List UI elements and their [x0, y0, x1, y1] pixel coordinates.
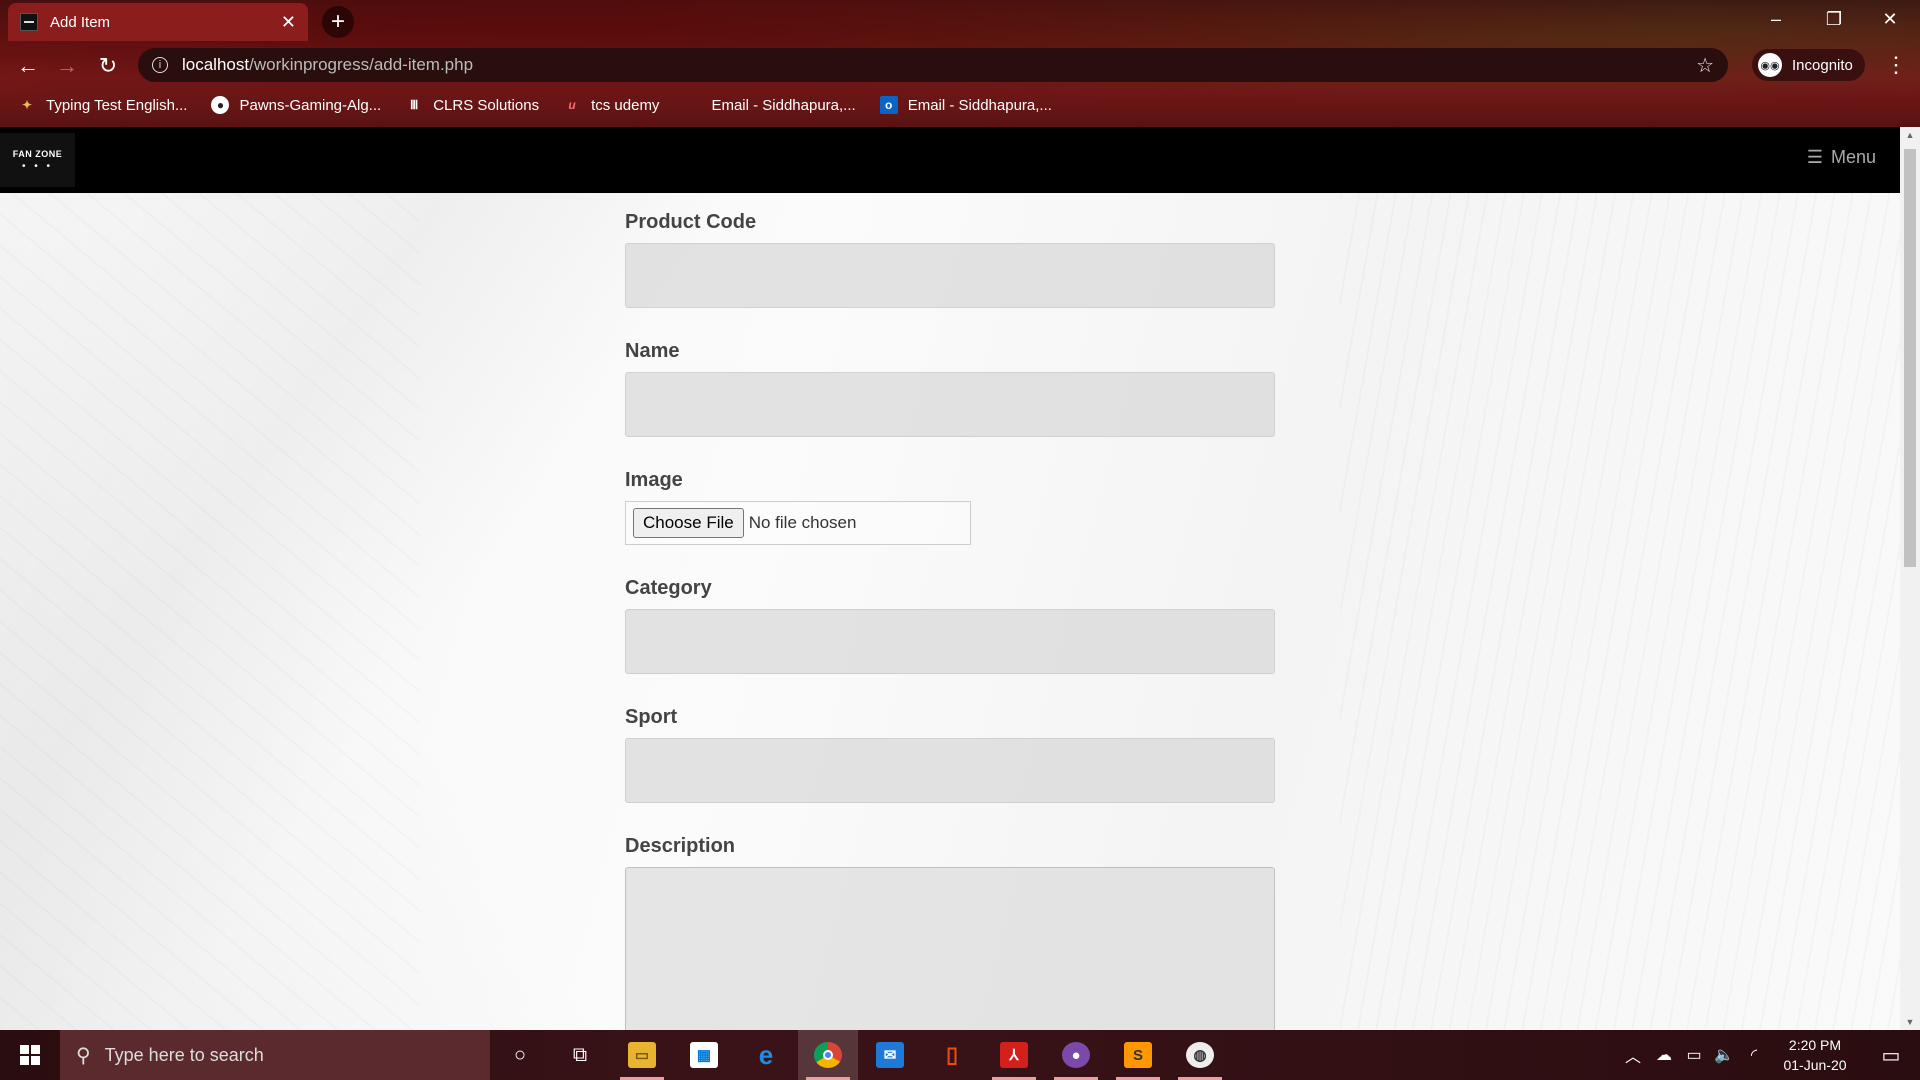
notifications-icon[interactable]: ▭	[1866, 1030, 1916, 1080]
task-view-icon[interactable]: ⧉	[550, 1030, 610, 1080]
scrollbar-thumb[interactable]	[1904, 149, 1916, 567]
choose-file-button[interactable]: Choose File	[633, 508, 744, 538]
github-icon: ●	[211, 96, 230, 114]
battery-icon[interactable]: ▭	[1680, 1030, 1708, 1080]
sublime-text-icon[interactable]: S	[1108, 1030, 1168, 1080]
restore-icon[interactable]: ❐	[1806, 0, 1862, 38]
chrome-icon[interactable]	[798, 1030, 858, 1080]
wamp-icon[interactable]: ◍	[1170, 1030, 1230, 1080]
menu-button[interactable]: ☰ Menu	[1807, 147, 1876, 168]
store-icon[interactable]: ▦	[674, 1030, 734, 1080]
back-icon[interactable]: ←	[14, 52, 42, 80]
bookmark-item[interactable]: Email - Siddhapura,...	[683, 96, 855, 114]
typing-test-icon: ✦	[21, 98, 33, 112]
tab-add-item[interactable]: Add Item ✕	[8, 3, 308, 41]
address-bar[interactable]: i localhost/workinprogress/add-item.php …	[138, 48, 1728, 82]
add-item-form: Product Code Name Image Choose File No f…	[625, 211, 1275, 1030]
sport-input[interactable]	[625, 738, 1275, 803]
logo-dots: • • •	[21, 160, 54, 172]
bookmark-item[interactable]: Ⅲ CLRS Solutions	[405, 96, 539, 114]
url-path: /workinprogress/add-item.php	[249, 55, 474, 74]
edge-icon[interactable]: e	[736, 1030, 796, 1080]
clock-time: 2:20 PM	[1788, 1037, 1842, 1053]
cortana-icon[interactable]: ○	[490, 1030, 550, 1080]
file-explorer-icon[interactable]: ▭	[612, 1030, 672, 1080]
bookmark-label: Pawns-Gaming-Alg...	[239, 96, 382, 114]
reload-icon[interactable]: ↻	[94, 52, 122, 80]
incognito-label: Incognito	[1792, 56, 1853, 74]
background-pattern-right	[1340, 193, 1900, 1030]
sport-label: Sport	[625, 706, 678, 728]
minimize-icon[interactable]: –	[1748, 0, 1804, 38]
browser-menu-icon[interactable]: ⋮	[1884, 52, 1908, 78]
product-code-input[interactable]	[625, 243, 1275, 308]
file-status-text: No file chosen	[748, 513, 857, 532]
windows-logo-icon	[20, 1045, 40, 1065]
bookmark-star-icon[interactable]: ☆	[1696, 53, 1714, 78]
incognito-profile-button[interactable]: ◉◉ Incognito	[1752, 49, 1865, 81]
tab-title: Add Item	[50, 13, 111, 31]
category-input[interactable]	[625, 609, 1275, 674]
name-input[interactable]	[625, 372, 1275, 437]
outlook-icon: o	[879, 96, 898, 114]
bookmark-label: Typing Test English...	[46, 96, 188, 114]
forward-icon[interactable]: →	[53, 52, 81, 80]
bookmark-label: tcs udemy	[591, 96, 660, 114]
image-label: Image	[625, 469, 683, 491]
tab-close-icon[interactable]: ✕	[281, 13, 296, 31]
tab-strip: Add Item ✕ + – ❐ ✕	[0, 0, 1920, 41]
search-icon: ⚲	[76, 1044, 91, 1067]
office-icon[interactable]: ▯	[922, 1030, 982, 1080]
close-window-icon[interactable]: ✕	[1862, 0, 1918, 38]
bookmark-item[interactable]: o Email - Siddhapura,...	[879, 96, 1052, 114]
menu-label: Menu	[1830, 147, 1876, 167]
new-tab-button[interactable]: +	[322, 6, 354, 38]
site-info-icon[interactable]: i	[152, 57, 168, 73]
clrs-icon: Ⅲ	[410, 98, 419, 112]
microsoft-icon	[683, 96, 701, 114]
url-host: localhost	[182, 55, 250, 74]
tray-overflow-icon[interactable]: ︿	[1620, 1030, 1646, 1080]
incognito-icon: ◉◉	[1758, 53, 1782, 77]
bookmark-item[interactable]: ● Pawns-Gaming-Alg...	[211, 96, 381, 114]
windows-taskbar: ⚲ Type here to search ○ ⧉ ▭ ▦ e ✉ ▯ ⅄ ● …	[0, 1030, 1920, 1080]
site-logo[interactable]: FAN ZONE • • •	[0, 133, 75, 187]
bookmark-item[interactable]: u tcs udemy	[563, 96, 659, 114]
scroll-up-icon[interactable]: ▲	[1900, 127, 1920, 143]
category-label: Category	[625, 577, 712, 599]
hamburger-icon: ☰	[1806, 147, 1823, 167]
description-textarea[interactable]	[625, 867, 1275, 1030]
bookmarks-bar: ✦ Typing Test English... ● Pawns-Gaming-…	[0, 90, 1920, 120]
taskbar-search[interactable]: ⚲ Type here to search	[60, 1030, 490, 1080]
github-desktop-icon[interactable]: ●	[1046, 1030, 1106, 1080]
product-code-label: Product Code	[625, 211, 757, 233]
description-label: Description	[625, 835, 736, 857]
acrobat-icon[interactable]: ⅄	[984, 1030, 1044, 1080]
name-label: Name	[625, 340, 680, 362]
image-file-input[interactable]: Choose File No file chosen	[625, 501, 971, 545]
site-navbar: FAN ZONE • • • ☰ Menu	[0, 127, 1900, 193]
site-favicon-icon	[20, 13, 38, 31]
wifi-icon[interactable]: ◜	[1740, 1030, 1768, 1080]
onedrive-icon[interactable]: ☁	[1650, 1030, 1678, 1080]
clock-date: 01-Jun-20	[1783, 1057, 1847, 1073]
browser-toolbar: ← → ↻ i localhost/workinprogress/add-ite…	[0, 44, 1920, 86]
background-pattern-left	[0, 193, 420, 1030]
taskbar-clock[interactable]: 2:20 PM 01-Jun-20	[1770, 1035, 1860, 1075]
page-content: Product Code Name Image Choose File No f…	[0, 193, 1900, 1030]
page-viewport: FAN ZONE • • • ☰ Menu Product Code Name …	[0, 127, 1920, 1030]
bookmark-label: Email - Siddhapura,...	[907, 96, 1052, 114]
browser-chrome: Add Item ✕ + – ❐ ✕ ← → ↻ i localhost/wor…	[0, 0, 1920, 127]
start-button[interactable]	[0, 1030, 60, 1080]
logo-text: FAN ZONE	[12, 148, 63, 159]
taskbar-search-placeholder: Type here to search	[104, 1044, 264, 1065]
bookmark-item[interactable]: ✦ Typing Test English...	[18, 96, 188, 114]
volume-icon[interactable]: 🔈	[1710, 1030, 1738, 1080]
udemy-icon: u	[568, 98, 576, 112]
bookmark-label: Email - Siddhapura,...	[711, 96, 856, 114]
page-scrollbar[interactable]: ▲ ▼	[1900, 127, 1920, 1030]
bookmark-label: CLRS Solutions	[433, 96, 540, 114]
mail-icon[interactable]: ✉	[860, 1030, 920, 1080]
scroll-down-icon[interactable]: ▼	[1900, 1014, 1920, 1030]
